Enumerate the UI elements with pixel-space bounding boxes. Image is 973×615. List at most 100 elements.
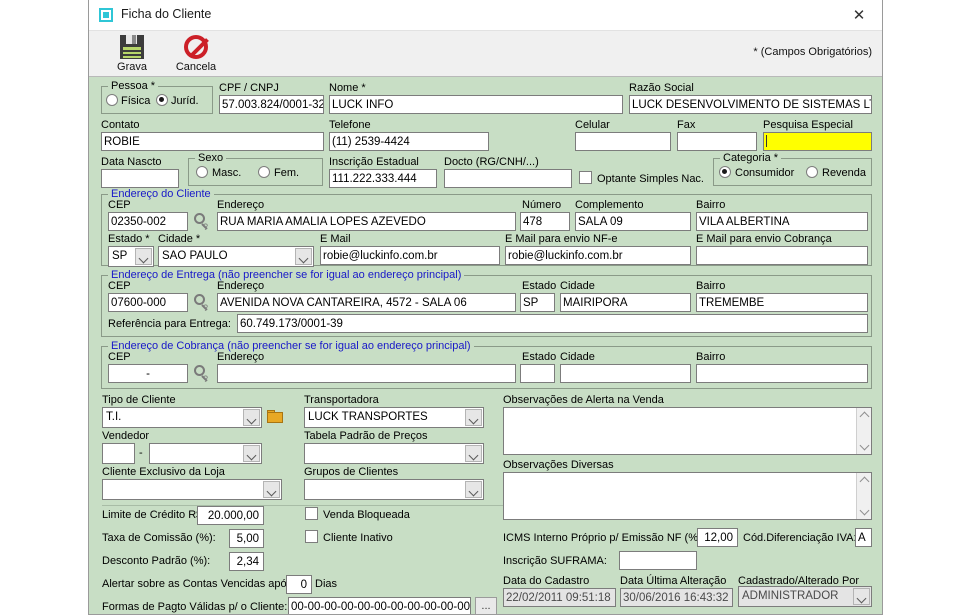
data-nascto-input[interactable] xyxy=(101,169,179,188)
eco-bairro-input[interactable] xyxy=(696,364,868,383)
transportadora-select[interactable]: LUCK TRANSPORTES xyxy=(304,407,484,428)
ee-estado-label: Estado xyxy=(522,280,556,293)
radio-sexo-feminino[interactable] xyxy=(258,166,270,178)
chevron-down-icon[interactable] xyxy=(465,409,482,426)
ec-complemento-label: Complemento xyxy=(575,199,643,212)
chevron-down-icon[interactable] xyxy=(263,481,280,498)
optante-simples-checkbox[interactable] xyxy=(579,171,592,184)
app-window-icon xyxy=(99,8,113,22)
chevron-down-icon[interactable] xyxy=(243,409,260,426)
suframa-input[interactable] xyxy=(619,551,697,570)
chevron-down-icon[interactable] xyxy=(135,248,152,265)
radio-pessoa-fisica[interactable] xyxy=(106,94,118,106)
pesquisa-especial-input[interactable] xyxy=(763,132,872,151)
obs-alerta-textarea[interactable] xyxy=(503,407,872,455)
endereco-entrega-group: Endereço de Entrega (não preencher se fo… xyxy=(101,275,872,337)
eco-estado-input[interactable] xyxy=(520,364,555,383)
fax-input[interactable] xyxy=(677,132,757,151)
vendedor-code-input[interactable] xyxy=(102,443,135,464)
scroll-down-icon[interactable] xyxy=(857,439,872,454)
chevron-down-icon[interactable] xyxy=(465,481,482,498)
scroll-down-icon[interactable] xyxy=(857,504,872,519)
chevron-down-icon[interactable] xyxy=(465,445,482,462)
iva-input[interactable]: A xyxy=(855,528,872,547)
ee-endereco-input[interactable]: AVENIDA NOVA CANTAREIRA, 4572 - SALA 06 xyxy=(217,293,516,312)
desconto-padrao-input[interactable]: 2,34 xyxy=(229,552,264,571)
alertar-dias-input[interactable]: 0 xyxy=(286,575,312,594)
radio-categoria-consumidor[interactable] xyxy=(719,166,731,178)
ec-email-nfe-input[interactable]: robie@luckinfo.com.br xyxy=(505,246,691,265)
search-magnifier-icon[interactable]: ? xyxy=(192,213,212,233)
docto-input[interactable] xyxy=(444,169,572,188)
tipo-cliente-select[interactable]: T.I. xyxy=(102,407,262,428)
ec-estado-select[interactable]: SP xyxy=(108,246,154,267)
chevron-down-icon[interactable] xyxy=(295,248,312,265)
celular-input[interactable] xyxy=(575,132,671,151)
ec-cep-label: CEP xyxy=(108,199,131,212)
telefone-input[interactable]: (11) 2539-4424 xyxy=(329,132,489,151)
tabela-precos-select[interactable] xyxy=(304,443,484,464)
obs-alerta-scrollbar[interactable] xyxy=(856,408,871,454)
eco-estado-label: Estado xyxy=(522,351,556,364)
radio-pessoa-juridica-label: Juríd. xyxy=(171,95,199,108)
ee-cep-input[interactable]: 07600-000 xyxy=(108,293,188,312)
icms-input[interactable]: 12,00 xyxy=(697,528,738,547)
ee-bairro-input[interactable]: TREMEMBE xyxy=(696,293,868,312)
ee-referencia-input[interactable]: 60.749.173/0001-39 xyxy=(237,314,868,333)
folder-open-icon[interactable] xyxy=(267,410,284,424)
search-magnifier-icon[interactable]: ? xyxy=(192,365,212,385)
inscricao-estadual-label: Inscrição Estadual xyxy=(329,156,419,169)
close-icon[interactable]: ✕ xyxy=(836,0,882,30)
pessoa-group: Pessoa * Física Juríd. xyxy=(101,86,213,114)
vendedor-select[interactable] xyxy=(149,443,262,464)
eco-cep-input[interactable]: - xyxy=(108,364,188,383)
formas-pagto-browse-button[interactable]: ... xyxy=(475,597,497,615)
obs-diversas-scrollbar[interactable] xyxy=(856,473,871,519)
alertar-dias-suffix: Dias xyxy=(315,578,337,591)
cancel-button[interactable]: Cancela xyxy=(165,33,227,75)
search-magnifier-icon[interactable]: ? xyxy=(192,294,212,314)
ec-complemento-input[interactable]: SALA 09 xyxy=(575,212,691,231)
ec-cidade-select[interactable]: SAO PAULO xyxy=(158,246,314,267)
ee-referencia-label: Referência para Entrega: xyxy=(108,318,231,331)
cpf-cnpj-input[interactable]: 57.003.824/0001-32 xyxy=(219,95,324,114)
eco-cidade-input[interactable] xyxy=(560,364,691,383)
razao-social-input[interactable]: LUCK DESENVOLVIMENTO DE SISTEMAS LTDA xyxy=(629,95,872,114)
chevron-down-icon[interactable] xyxy=(243,445,260,462)
data-alteracao-input: 30/06/2016 16:43:32 xyxy=(620,588,733,607)
inscricao-estadual-input[interactable]: 111.222.333.444 xyxy=(329,169,437,188)
chevron-down-icon[interactable] xyxy=(853,588,870,605)
ec-numero-input[interactable]: 478 xyxy=(520,212,570,231)
ec-bairro-input[interactable]: VILA ALBERTINA xyxy=(696,212,868,231)
ee-cidade-input[interactable]: MAIRIPORA xyxy=(560,293,691,312)
limite-credito-input[interactable]: 20.000,00 xyxy=(197,506,264,525)
eco-endereco-input[interactable] xyxy=(217,364,516,383)
radio-sexo-masculino[interactable] xyxy=(196,166,208,178)
scroll-up-icon[interactable] xyxy=(857,473,872,488)
radio-pessoa-juridica[interactable] xyxy=(156,94,168,106)
contato-input[interactable]: ROBIE xyxy=(101,132,324,151)
cadastrado-por-select[interactable]: ADMINISTRADOR xyxy=(738,586,872,607)
cliente-exclusivo-select[interactable] xyxy=(102,479,282,500)
scroll-up-icon[interactable] xyxy=(857,408,872,423)
vendedor-separator: - xyxy=(139,447,143,460)
cliente-inativo-label: Cliente Inativo xyxy=(323,532,393,545)
taxa-comissao-input[interactable]: 5,00 xyxy=(229,529,264,548)
ee-estado-input[interactable]: SP xyxy=(520,293,555,312)
obs-diversas-textarea[interactable] xyxy=(503,472,872,520)
save-button[interactable]: Grava xyxy=(101,33,163,75)
formas-pagto-input[interactable]: 00-00-00-00-00-00-00-00-00-00-00-00 xyxy=(288,597,471,615)
window-title: Ficha do Cliente xyxy=(121,7,211,21)
ec-email-cobranca-input[interactable] xyxy=(696,246,868,265)
grupos-clientes-select[interactable] xyxy=(304,479,484,500)
ec-endereco-input[interactable]: RUA MARIA AMALIA LOPES AZEVEDO xyxy=(217,212,516,231)
ec-cep-input[interactable]: 02350-002 xyxy=(108,212,188,231)
nome-input[interactable]: LUCK INFO xyxy=(329,95,623,114)
venda-bloqueada-checkbox[interactable] xyxy=(305,507,318,520)
radio-categoria-consumidor-label: Consumidor xyxy=(735,167,794,180)
icms-label: ICMS Interno Próprio p/ Emissão NF (%): xyxy=(503,532,705,545)
ec-email-input[interactable]: robie@luckinfo.com.br xyxy=(320,246,500,265)
radio-categoria-revenda[interactable] xyxy=(806,166,818,178)
ec-cidade-label: Cidade * xyxy=(158,233,200,246)
cliente-inativo-checkbox[interactable] xyxy=(305,530,318,543)
